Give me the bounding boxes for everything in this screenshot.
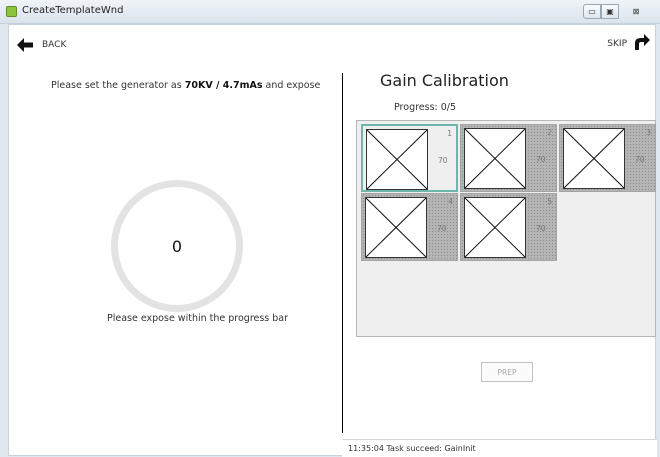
cell-kv: 70 [437,224,447,233]
skip-label: SKIP [607,39,627,49]
x-placeholder-icon [464,128,526,189]
window-content: BACK SKIP Please set the generator as 70… [8,24,657,457]
arrow-left-icon [16,37,34,53]
close-icon: ⊠ [632,7,640,16]
exposure-progress-value: 0 [171,236,183,256]
instruction-suffix: and expose [262,80,321,91]
calibration-grid: 1 70 2 70 3 70 4 70 5 70 [356,120,656,337]
page-title: Gain Calibration [380,71,509,90]
expose-hint: Please expose within the progress bar [107,313,289,324]
progress-label: Progress: 0/5 [394,102,457,113]
cell-kv: 70 [536,224,546,233]
back-button[interactable]: BACK [16,36,66,54]
back-label: BACK [42,40,67,50]
instruction-value: 70KV / 4.7mAs [184,80,263,91]
cell-index: 1 [447,129,452,138]
cell-index: 4 [448,197,453,206]
cell-kv: 70 [536,155,546,164]
x-placeholder-icon [366,129,428,190]
app-icon [6,6,17,17]
calibration-cell[interactable]: 4 70 [361,193,458,261]
cell-index: 2 [547,128,552,137]
cell-index: 5 [547,197,552,206]
x-placeholder-icon [464,197,526,258]
status-bar: 11:35:04 Task succeed: GainInit [342,439,657,457]
cell-index: 3 [646,128,651,137]
calibration-cell[interactable]: 5 70 [460,193,557,261]
calibration-cell[interactable]: 1 70 [361,124,458,192]
prep-button[interactable]: PREP [481,362,533,382]
calibration-cell[interactable]: 3 70 [559,124,656,192]
minimize-icon: ▭ [588,7,596,16]
x-placeholder-icon [563,128,625,189]
maximize-icon: ▣ [606,7,614,16]
x-placeholder-icon [365,197,427,258]
maximize-button[interactable]: ▣ [601,4,619,19]
title-bar: CreateTemplateWnd ▭ ▣ ⊠ [0,0,660,24]
window-title: CreateTemplateWnd [22,5,124,16]
cell-kv: 70 [635,155,645,164]
skip-button[interactable]: SKIP [607,33,651,55]
instruction-prefix: Please set the generator as [51,80,185,91]
close-button[interactable]: ⊠ [622,4,650,19]
cell-kv: 70 [438,156,448,165]
calibration-cell[interactable]: 2 70 [460,124,557,192]
curved-arrow-right-icon [633,33,651,55]
generator-instruction: Please set the generator as 70KV / 4.7mA… [51,80,320,91]
minimize-button[interactable]: ▭ [583,4,601,19]
exposure-progress-ring: 0 [111,180,243,312]
vertical-divider [342,73,343,433]
